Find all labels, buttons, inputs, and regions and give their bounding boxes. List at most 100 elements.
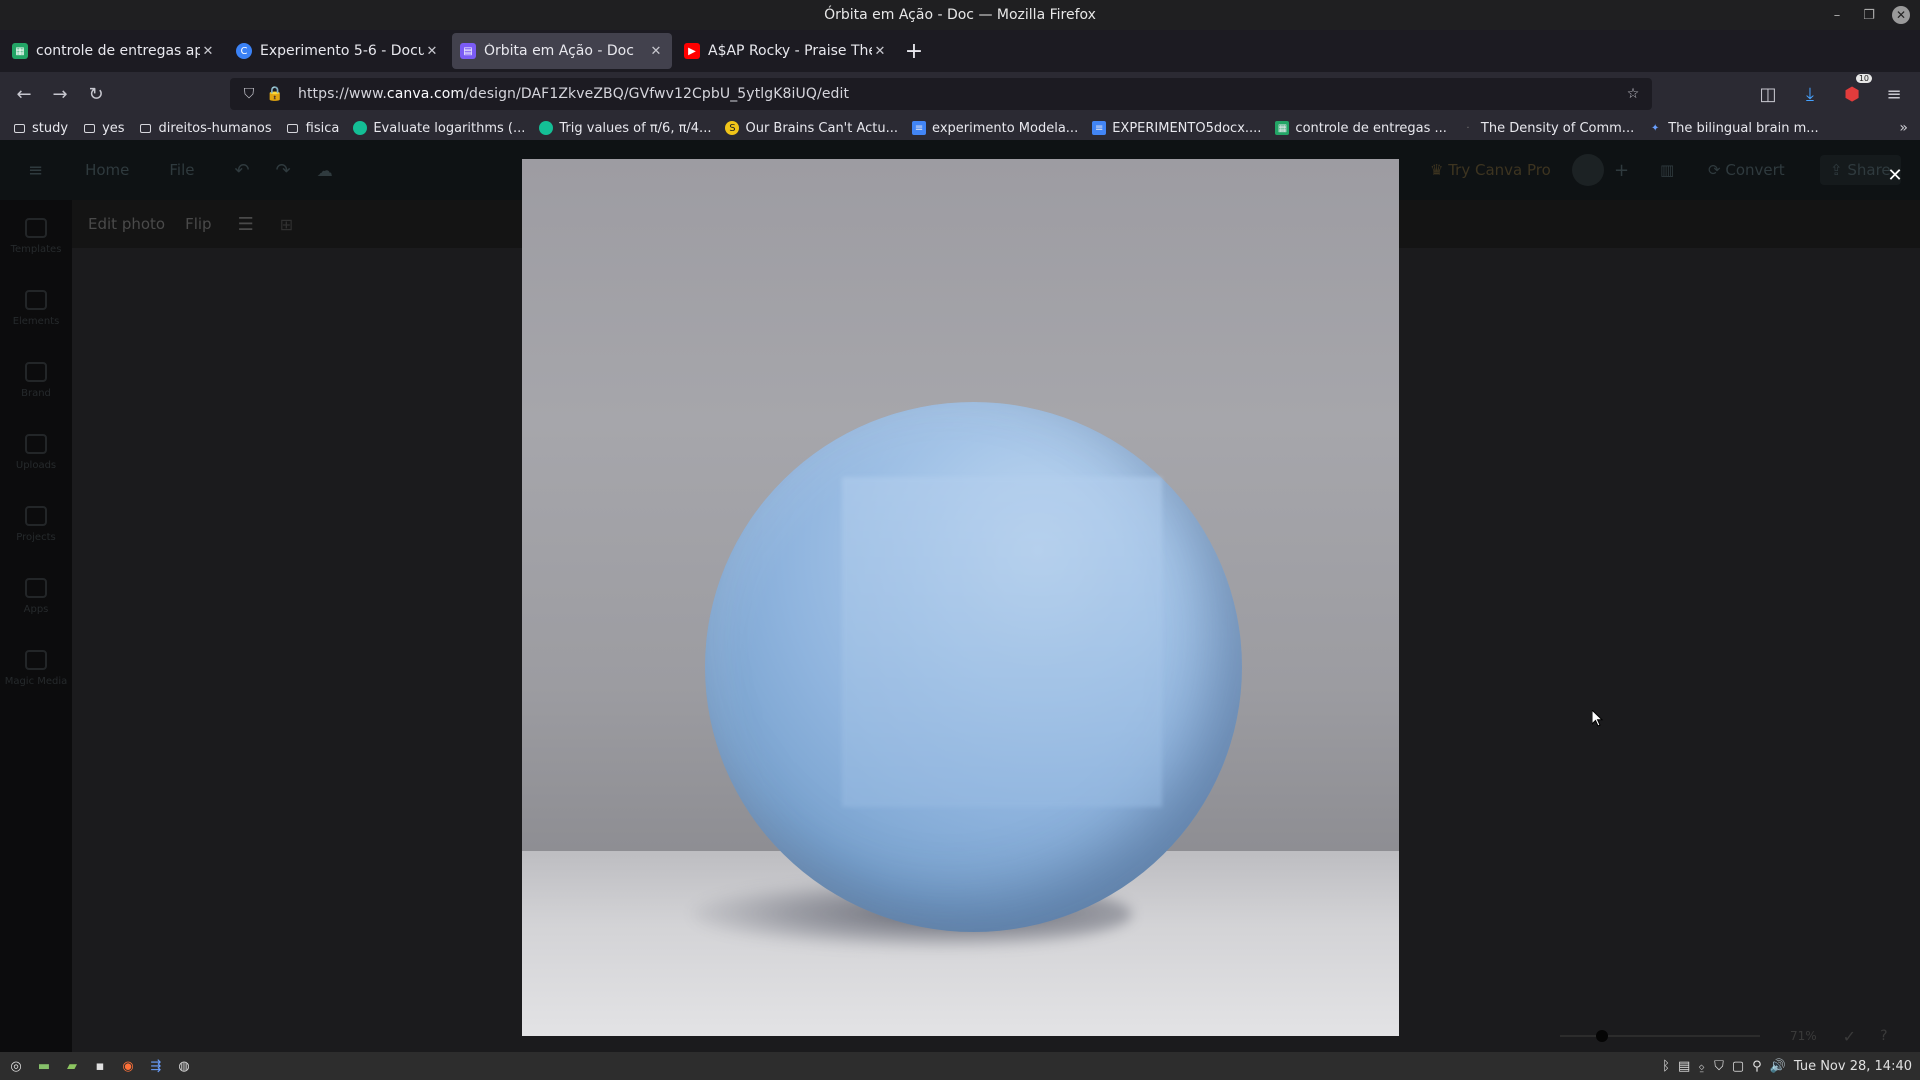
url-text[interactable]: https://www.canva.com/design/DAF1ZkveZBQ… bbox=[298, 86, 849, 102]
undo-icon[interactable]: ↶ bbox=[235, 160, 250, 181]
update-icon[interactable]: ⍚ bbox=[1698, 1059, 1706, 1074]
hamburger-icon[interactable]: ≡ bbox=[28, 160, 43, 181]
menu-icon[interactable]: ≡ bbox=[1876, 78, 1912, 110]
zoom-level[interactable]: 71% bbox=[1790, 1029, 1817, 1043]
pocket-icon[interactable]: ◫ bbox=[1750, 78, 1786, 110]
canva-footer: 71% ✓ ? bbox=[1550, 1020, 1920, 1052]
bookmark-controle-entregas[interactable]: ▦ controle de entregas ... bbox=[1275, 121, 1447, 136]
insights-icon[interactable]: ▥ bbox=[1660, 161, 1674, 179]
folder-icon bbox=[140, 123, 152, 133]
try-pro-label: Try Canva Pro bbox=[1448, 161, 1551, 179]
sidebar-item-magic-media[interactable]: Magic Media bbox=[0, 632, 72, 704]
sidebar-item-projects[interactable]: Projects bbox=[0, 488, 72, 560]
more-bookmarks-icon[interactable]: » bbox=[1899, 120, 1908, 136]
sidebar-label: Projects bbox=[16, 531, 56, 543]
sidebar-item-uploads[interactable]: Uploads bbox=[0, 416, 72, 488]
redo-icon[interactable]: ↷ bbox=[276, 160, 291, 181]
bookmark-study[interactable]: study bbox=[12, 121, 68, 136]
tab-experimento[interactable]: C Experimento 5-6 - Documen ✕ bbox=[228, 33, 448, 69]
folder-icon bbox=[287, 123, 299, 133]
edit-photo-button[interactable]: Edit photo bbox=[88, 215, 165, 233]
flip-button[interactable]: Flip bbox=[185, 215, 211, 233]
check-icon[interactable]: ✓ bbox=[1843, 1027, 1856, 1046]
files-icon[interactable]: ▰ bbox=[58, 1054, 86, 1078]
reload-button[interactable]: ↻ bbox=[78, 78, 114, 110]
bookmark-experimento-modela[interactable]: ≡ experimento Modela... bbox=[912, 121, 1078, 136]
clipboard-icon[interactable]: ▤ bbox=[1678, 1059, 1690, 1074]
new-tab-button[interactable]: + bbox=[900, 39, 928, 64]
desktop-icon[interactable]: ▬ bbox=[30, 1054, 58, 1078]
tracking-protection-icon[interactable]: ⛉ bbox=[236, 86, 262, 102]
tab-orbita-em-acao[interactable]: ▤ Órbita em Ação - Doc ✕ bbox=[452, 33, 672, 69]
sidebar-item-brand[interactable]: Brand bbox=[0, 344, 72, 416]
convert-button[interactable]: ⟳ Convert bbox=[1708, 161, 1785, 179]
bookmark-evaluate-logarithms[interactable]: Evaluate logarithms (... bbox=[353, 121, 525, 136]
sidebar-label: Magic Media bbox=[4, 675, 68, 687]
downloads-icon[interactable]: ⤓ bbox=[1792, 78, 1828, 110]
sidebar-item-elements[interactable]: Elements bbox=[0, 272, 72, 344]
apps-icon bbox=[25, 577, 47, 598]
back-button[interactable]: ← bbox=[6, 78, 42, 110]
canva-doc-icon: ▤ bbox=[460, 43, 476, 59]
sidebar-item-apps[interactable]: Apps bbox=[0, 560, 72, 632]
network-icon[interactable]: ▢ bbox=[1732, 1059, 1744, 1074]
sidebar-item-templates[interactable]: Templates bbox=[0, 200, 72, 272]
close-tab-icon[interactable]: ✕ bbox=[424, 44, 440, 59]
extension-icon[interactable]: ⬢ 10 bbox=[1834, 74, 1872, 110]
zoom-slider-handle[interactable] bbox=[1596, 1030, 1608, 1042]
align-icon[interactable]: ☰ bbox=[238, 214, 254, 235]
close-tab-icon[interactable]: ✕ bbox=[200, 44, 216, 59]
grid-icon[interactable]: ⊞ bbox=[280, 215, 293, 234]
volume-icon[interactable]: 🔊 bbox=[1770, 1059, 1786, 1074]
bookmark-label: controle de entregas ... bbox=[1295, 120, 1447, 136]
tab-label: controle de entregas aposti bbox=[36, 43, 200, 59]
help-icon[interactable]: ? bbox=[1880, 1028, 1887, 1044]
add-member-icon[interactable]: + bbox=[1614, 160, 1629, 181]
tab-controle-entregas[interactable]: ▦ controle de entregas aposti ✕ bbox=[4, 33, 224, 69]
start-menu-icon[interactable]: ◎ bbox=[2, 1054, 30, 1078]
try-canva-pro-button[interactable]: ♛ Try Canva Pro bbox=[1430, 161, 1551, 179]
minimize-button[interactable]: – bbox=[1828, 6, 1846, 24]
tab-label: A$AP Rocky - Praise The Lo bbox=[708, 43, 872, 59]
close-preview-icon[interactable]: ✕ bbox=[1884, 164, 1906, 186]
terminal-icon[interactable]: ▪ bbox=[86, 1054, 114, 1078]
bookmark-direitos-humanos[interactable]: direitos-humanos bbox=[139, 121, 272, 136]
location-icon[interactable]: ⚲ bbox=[1752, 1059, 1762, 1074]
bluetooth-icon[interactable]: ᛒ bbox=[1662, 1059, 1670, 1074]
lock-icon[interactable]: 🔒 bbox=[262, 86, 288, 102]
shield-icon[interactable]: ⛉ bbox=[1714, 1059, 1724, 1074]
sheets-icon: ▦ bbox=[12, 43, 28, 59]
page-icon: · bbox=[1466, 122, 1470, 134]
address-bar[interactable]: ⛉ 🔒 https://www.canva.com/design/DAF1Zkv… bbox=[230, 78, 1652, 110]
tab-asap-rocky[interactable]: ▶ A$AP Rocky - Praise The Lo ✕ bbox=[676, 33, 896, 69]
bookmark-density-of-comm[interactable]: · The Density of Comm... bbox=[1461, 121, 1634, 136]
zoom-slider[interactable] bbox=[1560, 1030, 1760, 1042]
mouse-cursor-icon bbox=[1592, 710, 1604, 727]
canva-file-menu[interactable]: File bbox=[169, 161, 194, 179]
url-prefix: https://www. bbox=[298, 86, 387, 102]
firefox-icon[interactable]: ◉ bbox=[114, 1054, 142, 1078]
canva-home-link[interactable]: Home bbox=[85, 161, 129, 179]
vscode-icon[interactable]: ⇶ bbox=[142, 1054, 170, 1078]
bookmark-yes[interactable]: yes bbox=[82, 121, 125, 136]
avatar[interactable] bbox=[1572, 154, 1604, 186]
window-title: Órbita em Ação - Doc — Mozilla Firefox bbox=[824, 7, 1096, 23]
bookmark-label: EXPERIMENTO5docx.... bbox=[1112, 120, 1262, 136]
close-tab-icon[interactable]: ✕ bbox=[648, 44, 664, 59]
tab-strip: ▦ controle de entregas aposti ✕ C Experi… bbox=[0, 30, 1920, 72]
bookmark-bilingual-brain[interactable]: ✦ The bilingual brain m... bbox=[1648, 121, 1819, 136]
chrome-icon[interactable]: ◍ bbox=[170, 1054, 198, 1078]
bookmark-star-icon[interactable]: ☆ bbox=[1620, 86, 1646, 102]
bookmark-fisica[interactable]: fisica bbox=[286, 121, 339, 136]
templates-icon bbox=[25, 217, 47, 238]
close-tab-icon[interactable]: ✕ bbox=[872, 44, 888, 59]
bookmark-experimento5docx[interactable]: ≡ EXPERIMENTO5docx.... bbox=[1092, 121, 1261, 136]
clock[interactable]: Tue Nov 28, 14:40 bbox=[1794, 1059, 1912, 1074]
bookmark-trig-values[interactable]: Trig values of π/6, π/4... bbox=[539, 121, 711, 136]
forward-button[interactable]: → bbox=[42, 78, 78, 110]
maximize-button[interactable]: ❐ bbox=[1860, 6, 1878, 24]
bookmark-our-brains[interactable]: S Our Brains Can't Actu... bbox=[725, 121, 898, 136]
close-window-button[interactable]: ✕ bbox=[1892, 6, 1910, 24]
uploads-icon bbox=[25, 433, 47, 454]
cloud-save-icon: ☁ bbox=[316, 160, 333, 180]
